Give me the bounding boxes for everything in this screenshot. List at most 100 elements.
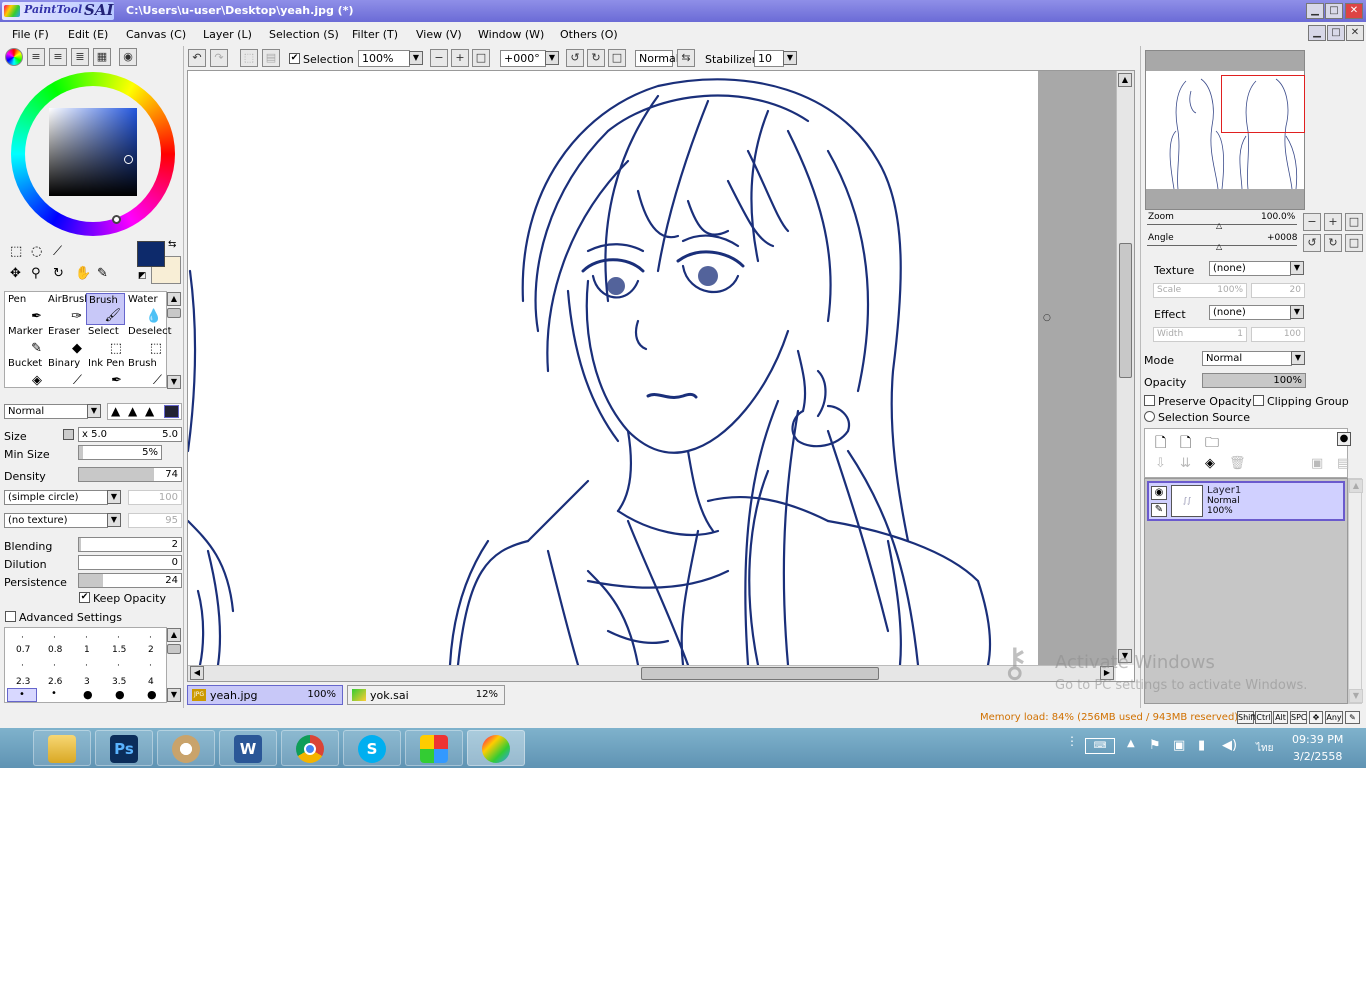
rotate-right-icon[interactable]: ↻: [587, 49, 605, 67]
size-scroll-down[interactable]: ▼: [167, 688, 181, 702]
size-preset-2.6[interactable]: 2.6: [48, 677, 62, 687]
layer-settings-icon[interactable]: ▣: [1311, 456, 1323, 471]
tool-eraser[interactable]: Eraser ◆: [46, 325, 85, 357]
zoom-icon[interactable]: ⚲: [31, 266, 41, 281]
tool-pen[interactable]: Pen ✒: [6, 293, 45, 325]
clipping-group-checkbox[interactable]: [1253, 395, 1264, 406]
nav-rotate-right-icon[interactable]: ↻: [1324, 234, 1342, 252]
invert-selection-icon[interactable]: ▤: [262, 49, 280, 67]
stabilizer-field[interactable]: 10: [754, 50, 784, 67]
hand-icon[interactable]: ✋: [75, 266, 91, 281]
delete-layer-icon[interactable]: 🗑: [1229, 456, 1246, 471]
size-preset-3.5[interactable]: 3.5: [112, 677, 126, 687]
zoom-in-icon[interactable]: +: [451, 49, 469, 67]
brush-texture-select[interactable]: (no texture): [4, 513, 108, 528]
menu-canvas[interactable]: Canvas (C): [126, 28, 186, 41]
brush-shape-strength[interactable]: 100: [128, 490, 182, 505]
merge-down-icon[interactable]: ⇊: [1180, 456, 1191, 471]
texture-dropdown-icon[interactable]: ▼: [1290, 261, 1304, 275]
reset-colors-icon[interactable]: ◩: [138, 271, 147, 281]
maximize-button[interactable]: □: [1325, 3, 1343, 19]
volume-icon[interactable]: ◀): [1222, 738, 1237, 753]
taskbar-word[interactable]: W: [219, 730, 277, 766]
brush-mode-select[interactable]: Normal: [4, 404, 88, 419]
brush-mode-dropdown-icon[interactable]: ▼: [87, 404, 101, 418]
hue-cursor[interactable]: [112, 215, 121, 224]
undo-icon[interactable]: ↶: [188, 49, 206, 67]
rotate-icon[interactable]: ↻: [53, 266, 64, 281]
color-mixer-mode-icon[interactable]: ≣: [71, 48, 89, 66]
layer-mask-icon[interactable]: ●: [1337, 432, 1351, 446]
menu-view[interactable]: View (V): [416, 28, 462, 41]
layer-mode-select[interactable]: Normal: [1202, 351, 1292, 366]
taskbar-paint-tool-sai[interactable]: [467, 730, 525, 766]
zoom-field[interactable]: 100%: [358, 50, 410, 67]
texture-scale-field[interactable]: Scale 100%: [1153, 283, 1247, 298]
tool-scroll-thumb[interactable]: [167, 308, 181, 318]
edge-shape-3-icon[interactable]: ▲: [145, 404, 154, 418]
layer-scroll-down[interactable]: ▼: [1349, 689, 1363, 703]
nav-zoom-handle-icon[interactable]: △: [1216, 221, 1222, 230]
menu-layer[interactable]: Layer (L): [203, 28, 252, 41]
doc-close-button[interactable]: ✕: [1346, 25, 1364, 41]
menu-others[interactable]: Others (O): [560, 28, 618, 41]
texture-select[interactable]: (none): [1209, 261, 1291, 276]
layer-mode-dropdown-icon[interactable]: ▼: [1291, 351, 1305, 365]
taskbar-paint[interactable]: [157, 730, 215, 766]
horizontal-scroll-thumb[interactable]: [641, 667, 879, 680]
taskbar-skype[interactable]: S: [343, 730, 401, 766]
brush-texture-dropdown-icon[interactable]: ▼: [107, 513, 121, 527]
taskbar-file-explorer[interactable]: [33, 730, 91, 766]
rotate-left-icon[interactable]: ↺: [566, 49, 584, 67]
view-mode-field[interactable]: Normal: [635, 50, 679, 67]
menu-filter[interactable]: Filter (T): [352, 28, 398, 41]
size-preset-3[interactable]: 3: [84, 677, 90, 687]
hsv-slider-mode-icon[interactable]: ≡: [49, 48, 67, 66]
nav-zoom-reset-icon[interactable]: □: [1345, 213, 1363, 231]
color-wheel[interactable]: [11, 72, 175, 236]
canvas-viewport[interactable]: ○ ▲ ▼ ◀ ▶: [187, 70, 1135, 682]
advanced-settings-checkbox[interactable]: [5, 611, 16, 622]
battery-icon[interactable]: ▮: [1198, 738, 1205, 753]
doc-minimize-button[interactable]: ▁: [1308, 25, 1326, 41]
size-preset-4[interactable]: 4: [148, 677, 154, 687]
saturation-value-square[interactable]: [49, 108, 137, 196]
effect-dropdown-icon[interactable]: ▼: [1290, 305, 1304, 319]
color-wheel-mode-icon[interactable]: [5, 48, 23, 66]
size-field[interactable]: x 5.0 5.0: [78, 427, 182, 442]
tool-bucket[interactable]: Bucket ◈: [6, 357, 45, 389]
menu-window[interactable]: Window (W): [478, 28, 544, 41]
layer-visibility-eye-icon[interactable]: ◉: [1151, 486, 1167, 500]
texture-strength-field[interactable]: 20: [1251, 283, 1305, 298]
navigator[interactable]: [1145, 50, 1305, 210]
network-icon[interactable]: ▣: [1173, 738, 1185, 753]
size-preset-0.7[interactable]: 0.7: [16, 645, 30, 655]
layer-list-scrollbar[interactable]: ▲ ▼: [1348, 478, 1363, 704]
effect-width-field[interactable]: Width 1: [1153, 327, 1247, 342]
size-preset-1[interactable]: 1: [84, 645, 90, 655]
brush-texture-strength[interactable]: 95: [128, 513, 182, 528]
swatches-mode-icon[interactable]: ▦: [93, 48, 111, 66]
doc-tab-yok[interactable]: yok.sai 12%: [347, 685, 505, 705]
brush-shape-dropdown-icon[interactable]: ▼: [107, 490, 121, 504]
size-preset-0.8[interactable]: 0.8: [48, 645, 62, 655]
layer-opacity-slider[interactable]: 100%: [1202, 373, 1306, 388]
close-button[interactable]: ✕: [1345, 3, 1363, 19]
rect-select-icon[interactable]: ⬚: [10, 244, 22, 259]
angle-field[interactable]: +000°: [500, 50, 546, 67]
blending-slider[interactable]: 2: [78, 537, 182, 552]
size-scroll-up[interactable]: ▲: [167, 628, 181, 642]
angle-dropdown-icon[interactable]: ▼: [545, 51, 559, 65]
layer-row-layer1[interactable]: ◉ ✎ ∫∫ Layer1 Normal 100%: [1147, 481, 1345, 521]
scroll-up-icon[interactable]: ▲: [1118, 73, 1132, 87]
action-center-flag-icon[interactable]: ⚑: [1149, 738, 1161, 753]
eyedropper-icon[interactable]: ✎: [97, 266, 108, 281]
show-selection-checkbox[interactable]: ✔: [289, 53, 300, 64]
tool-marker[interactable]: Marker ✎: [6, 325, 45, 357]
new-folder-icon[interactable]: 🗀: [1205, 432, 1219, 456]
keep-opacity-checkbox[interactable]: ✔: [79, 592, 90, 603]
edge-shape-1-icon[interactable]: ▲: [111, 404, 120, 418]
size-lock-icon[interactable]: [63, 429, 74, 440]
minimize-button[interactable]: ▁: [1306, 3, 1324, 19]
density-slider[interactable]: 74: [78, 467, 182, 482]
